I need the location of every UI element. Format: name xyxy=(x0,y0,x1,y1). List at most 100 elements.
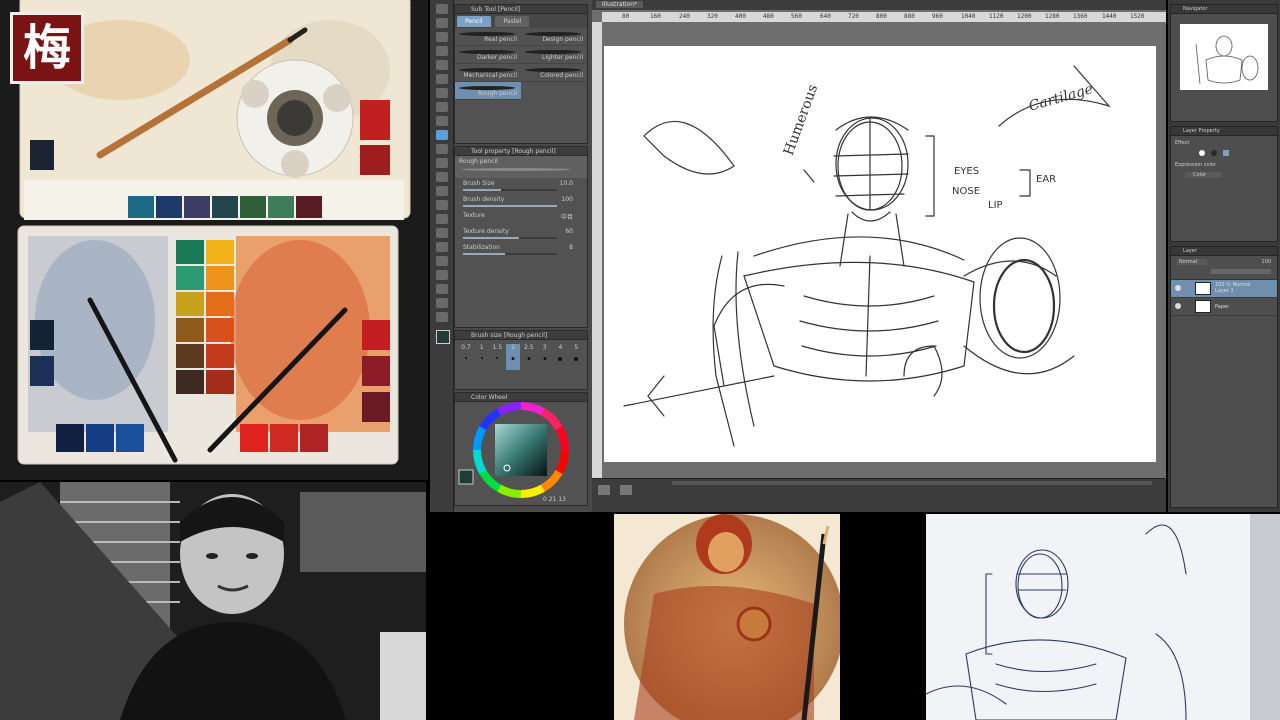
zoom-tool-icon[interactable] xyxy=(436,4,448,14)
brush-size-option[interactable]: 0.7 xyxy=(459,344,473,370)
layer-property-panel: Layer Property Effect Expression color C… xyxy=(1170,126,1278,242)
auto-select-tool-icon[interactable] xyxy=(436,88,448,98)
clip-studio-window: Sub Tool [Pencil] Pencil Pastel Real pen… xyxy=(430,0,1166,512)
ruler-tick-label: 240 xyxy=(679,13,690,20)
eyedropper-tool-icon[interactable] xyxy=(436,102,448,112)
stabilization-slider[interactable] xyxy=(463,253,557,255)
brush-size-option[interactable]: 3 xyxy=(538,344,552,370)
pencil-tool-icon[interactable] xyxy=(436,130,448,140)
text-tool-icon[interactable] xyxy=(436,284,448,294)
expression-color-label: Expression color xyxy=(1175,162,1217,168)
tab-pastel[interactable]: Pastel xyxy=(495,16,530,27)
balloon-tool-icon[interactable] xyxy=(436,298,448,308)
tool-name: Rough pencil xyxy=(459,158,498,165)
color-wheel[interactable] xyxy=(455,402,587,498)
brush-rough-pencil[interactable]: Rough pencil xyxy=(455,82,521,100)
main-color-swatch[interactable] xyxy=(436,330,450,344)
brush-design-pencil[interactable]: Design pencil xyxy=(521,28,587,46)
figure-tool-icon[interactable] xyxy=(436,242,448,252)
ruler-tick-label: 960 xyxy=(932,13,943,20)
gradient-tool-icon[interactable] xyxy=(436,228,448,238)
eye-icon[interactable] xyxy=(1175,285,1181,291)
brush-size-option[interactable]: 1 xyxy=(475,344,489,370)
effect-border-icon[interactable] xyxy=(1199,150,1205,156)
eye-icon[interactable] xyxy=(1175,303,1181,309)
pen-tool-icon[interactable] xyxy=(436,116,448,126)
ruler-tick-label: 1280 xyxy=(1045,13,1060,20)
operation-tool-icon[interactable] xyxy=(436,32,448,42)
color-wheel-title: Color Wheel xyxy=(455,393,587,402)
effect-tone-icon[interactable] xyxy=(1211,150,1217,156)
brush-lighter-pencil[interactable]: Lighter pencil xyxy=(521,46,587,64)
canvas-tab[interactable]: Illustration* xyxy=(596,1,644,8)
layer-row-layer-1[interactable]: 100 % Normal Layer 1 xyxy=(1171,280,1277,298)
palette-webcam: 梅 xyxy=(0,0,428,480)
brush-density-row[interactable]: Brush density 100 xyxy=(455,194,587,210)
layer-toolbar[interactable] xyxy=(1211,269,1271,274)
brush-size-option[interactable]: 2 xyxy=(506,344,520,370)
texture-density-row[interactable]: Texture density 60 xyxy=(455,226,587,242)
brush-size-slider[interactable] xyxy=(463,189,557,191)
decoration-tool-icon[interactable] xyxy=(436,172,448,182)
blend-mode-select[interactable]: Normal xyxy=(1177,259,1208,265)
brush-size-value: 0.7 xyxy=(461,344,471,351)
brush-colored-pencil[interactable]: Colored pencil xyxy=(521,64,587,82)
effect-color-icon[interactable] xyxy=(1223,150,1229,156)
horizontal-scrollbar[interactable] xyxy=(672,481,1152,485)
ruler-tick-label: 800 xyxy=(876,13,887,20)
brush-real-pencil[interactable]: Real pencil xyxy=(455,28,521,46)
fill-tool-icon[interactable] xyxy=(436,214,448,224)
move-layer-tool-icon[interactable] xyxy=(436,46,448,56)
brush-size-dot xyxy=(574,357,579,361)
stabilization-row[interactable]: Stabilization 8 xyxy=(455,242,587,258)
ruler-tool-icon[interactable] xyxy=(436,270,448,280)
eraser-tool-icon[interactable] xyxy=(436,186,448,196)
brush-size-dot xyxy=(558,357,563,361)
brush-size-row[interactable]: Brush Size 10.0 xyxy=(455,178,587,194)
display-mode-icon[interactable] xyxy=(620,485,632,495)
brush-size-value: 1.5 xyxy=(492,344,503,351)
airbrush-tool-icon[interactable] xyxy=(436,158,448,168)
selection-tool-icon[interactable] xyxy=(436,60,448,70)
frame-tool-icon[interactable] xyxy=(436,256,448,266)
layer-row-paper[interactable]: Paper xyxy=(1171,298,1277,316)
lasso-tool-icon[interactable] xyxy=(436,74,448,84)
color-wheel-panel: Color Wheel 0 21 13 xyxy=(454,392,588,506)
layer-thumbnail xyxy=(1195,300,1211,313)
tab-pencil[interactable]: Pencil xyxy=(457,16,491,27)
drawing-canvas[interactable]: Humerous Cartilage EYES NOSE LIP EAR xyxy=(604,46,1156,462)
brush-size-option[interactable]: 4 xyxy=(554,344,568,370)
brush-size-value: 2.5 xyxy=(524,344,534,351)
navigator-toggle-icon[interactable] xyxy=(598,485,610,495)
ruler-tick-label: 720 xyxy=(848,13,859,20)
opacity-value[interactable]: 100 xyxy=(1261,259,1271,265)
brush-darker-pencil[interactable]: Darker pencil xyxy=(455,46,521,64)
brush-mechanical-pencil[interactable]: Mechanical pencil xyxy=(455,64,521,82)
brush-tool-icon[interactable] xyxy=(436,144,448,154)
texture-density-slider[interactable] xyxy=(463,237,557,239)
reference-painting-image xyxy=(614,514,840,720)
brush-density-slider[interactable] xyxy=(463,205,557,207)
ruler-tick-label: 1120 xyxy=(989,13,1004,20)
blend-tool-icon[interactable] xyxy=(436,200,448,210)
tool-preview-stroke xyxy=(461,168,571,171)
brush-size-dot xyxy=(464,357,467,359)
brush-size-option[interactable]: 2.5 xyxy=(522,344,536,370)
navigator-thumbnail[interactable] xyxy=(1180,24,1268,90)
brush-size-option[interactable]: 5 xyxy=(569,344,583,370)
desk-webcam xyxy=(926,514,1280,720)
annotation-nose: NOSE xyxy=(952,186,981,197)
layer-title: Layer xyxy=(1171,247,1277,256)
brush-size-dot xyxy=(496,357,499,359)
tool-property-panel: Tool property [Rough pencil] Rough penci… xyxy=(454,146,588,328)
reference-painting-webcam xyxy=(614,514,840,720)
brush-size-panel: Brush size [Rough pencil] 0.7 1 1.5 2 2.5 3 4 5 xyxy=(454,330,588,390)
ruler-tick-label: 1440 xyxy=(1102,13,1117,20)
annotation-eyes: EYES xyxy=(954,166,980,177)
brush-size-option[interactable]: 1.5 xyxy=(491,344,505,370)
move-tool-icon[interactable] xyxy=(436,18,448,28)
texture-row[interactable]: Texture 中目 xyxy=(455,210,587,226)
paper-sketch-image xyxy=(926,514,1280,720)
correct-line-tool-icon[interactable] xyxy=(436,312,448,322)
expression-color-select[interactable]: Color xyxy=(1185,172,1223,178)
